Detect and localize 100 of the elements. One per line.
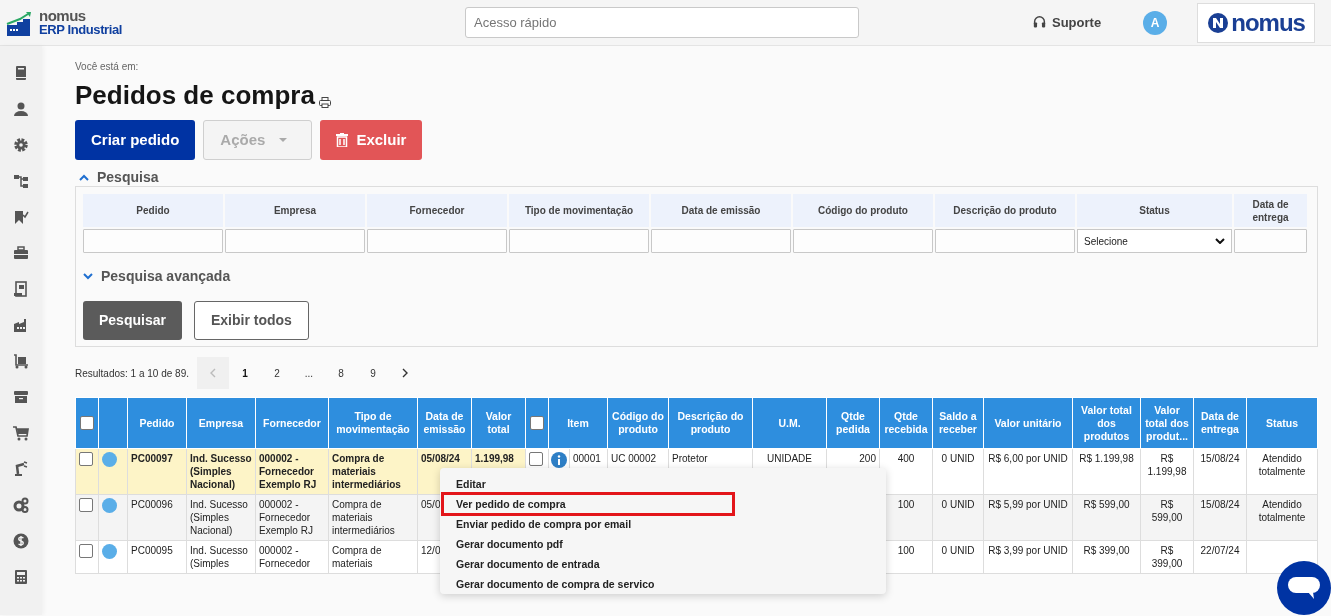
- dolly-icon[interactable]: [13, 353, 29, 369]
- advanced-search-toggle[interactable]: Pesquisa avançada: [101, 266, 231, 287]
- caret-icon[interactable]: [79, 173, 89, 181]
- user-icon[interactable]: [13, 101, 29, 117]
- checkbox[interactable]: [79, 452, 93, 467]
- page-link[interactable]: 9: [357, 357, 389, 389]
- create-order-button[interactable]: Criar pedido: [75, 120, 196, 160]
- filter-header: Empresa: [225, 194, 365, 227]
- checkbox[interactable]: [529, 452, 543, 467]
- column-header: Qtde recebida: [879, 397, 933, 449]
- logo-subtitle: ERP Industrial: [39, 22, 122, 37]
- chevron-down-icon: [1215, 238, 1225, 244]
- checkbox[interactable]: [79, 498, 93, 513]
- column-header: Data de emissão: [417, 397, 472, 449]
- table-cell: R$ 3,99 por UNID: [983, 540, 1073, 574]
- filter-field[interactable]: [935, 229, 1075, 253]
- table-cell: 000002 - Fornecedor Exemplo RJ: [255, 494, 329, 541]
- robot-arm-icon[interactable]: [13, 461, 29, 477]
- filter-field[interactable]: [509, 229, 649, 253]
- filter-field[interactable]: [1234, 229, 1307, 253]
- table-cell: Atendido totalmente: [1246, 494, 1318, 541]
- filter-field[interactable]: [651, 229, 791, 253]
- table-cell: 0 UNID: [932, 448, 984, 495]
- column-header: Descrição do produto: [668, 397, 753, 449]
- table-cell: 15/08/24: [1193, 448, 1247, 495]
- checkbox[interactable]: [530, 416, 544, 431]
- table-cell: R$ 599,00: [1072, 494, 1141, 541]
- column-header: Valor total dos produt...: [1140, 397, 1194, 449]
- filter-header: Fornecedor: [367, 194, 507, 227]
- support-link[interactable]: Suporte: [1052, 12, 1102, 33]
- column-header: Qtde pedida: [826, 397, 880, 449]
- caret-icon: [279, 138, 288, 142]
- chat-button[interactable]: [1277, 561, 1331, 615]
- filter-field[interactable]: [367, 229, 507, 253]
- search-section-toggle[interactable]: Pesquisa: [97, 166, 159, 188]
- table-cell: Ind. Sucesso (Simples Nacional): [186, 494, 256, 541]
- archive-icon[interactable]: [13, 389, 29, 405]
- table-cell: 000002 - Fornecedor: [255, 540, 329, 574]
- results-count: Resultados: 1 a 10 de 89.: [75, 366, 189, 381]
- column-header: Empresa: [186, 397, 256, 449]
- filter-header: Tipo de movimentação: [509, 194, 649, 227]
- page-link[interactable]: 2: [261, 357, 293, 389]
- breadcrumb-label: Você está em:: [75, 60, 140, 74]
- chevron-left-icon: [210, 368, 216, 378]
- logo-text: nomus: [39, 8, 87, 23]
- table-cell: 0 UNID: [932, 494, 984, 541]
- bookmark-check-icon[interactable]: [13, 209, 29, 225]
- headset-icon: [1033, 16, 1046, 29]
- table-cell: 15/08/24: [1193, 494, 1247, 541]
- table-cell: 22/07/24: [1193, 540, 1247, 574]
- table-cell: R$ 6,00 por UNID: [983, 448, 1073, 495]
- page-ellipsis: ...: [303, 366, 315, 381]
- book-icon[interactable]: [13, 65, 29, 81]
- brand-icon: [1207, 11, 1230, 34]
- show-all-button[interactable]: Exibir todos: [193, 301, 309, 340]
- document-icon[interactable]: [13, 281, 29, 297]
- table-cell: R$ 1.199,98: [1140, 448, 1194, 495]
- table-cell: R$ 1.199,98: [1072, 448, 1141, 495]
- table-cell: R$ 399,00: [1140, 540, 1194, 574]
- cart-icon[interactable]: [13, 425, 29, 441]
- table-cell: Atendido totalmente: [1246, 448, 1318, 495]
- filter-header: Status: [1077, 194, 1232, 227]
- menu-item[interactable]: Gerar documento de compra de servico: [440, 574, 886, 594]
- delete-button[interactable]: Excluir: [320, 120, 423, 160]
- column-header: Fornecedor: [255, 397, 329, 449]
- page-link[interactable]: 1: [229, 357, 261, 389]
- gears-icon[interactable]: [13, 497, 29, 513]
- column-header: Valor total dos produtos: [1072, 397, 1141, 449]
- calculator-icon[interactable]: [13, 569, 29, 585]
- info-icon[interactable]: [551, 452, 567, 468]
- filter-field[interactable]: [225, 229, 365, 253]
- table-cell: Compra de materiais intermediários: [328, 448, 418, 495]
- quick-access-field[interactable]: Acesso rápido: [465, 7, 859, 38]
- filter-field[interactable]: [83, 229, 223, 253]
- checkbox[interactable]: [79, 544, 93, 559]
- hierarchy-icon[interactable]: [13, 173, 29, 189]
- factory-icon[interactable]: [13, 317, 29, 333]
- column-header: Tipo de movimentação: [328, 397, 418, 449]
- column-header: Código do produto: [607, 397, 669, 449]
- filter-header: Código do produto: [793, 194, 933, 227]
- trash-icon: [336, 133, 349, 147]
- table-cell: PC00095: [127, 540, 187, 574]
- print-icon[interactable]: [318, 97, 331, 108]
- briefcase-icon[interactable]: [13, 245, 29, 261]
- table-cell: R$ 399,00: [1072, 540, 1141, 574]
- filter-field[interactable]: [793, 229, 933, 253]
- filter-header: Data de emissão: [651, 194, 791, 227]
- settings-icon[interactable]: [13, 137, 29, 153]
- table-cell: PC00096: [127, 494, 187, 541]
- status-select[interactable]: Selecione: [1077, 229, 1232, 253]
- dollar-icon[interactable]: [13, 533, 29, 549]
- page-link[interactable]: 8: [325, 357, 357, 389]
- search-button[interactable]: Pesquisar: [83, 301, 182, 340]
- chevron-right-icon: [402, 368, 408, 378]
- column-header: Valor total: [471, 397, 526, 449]
- table-cell: Ind. Sucesso (Simples: [186, 540, 256, 574]
- filter-header: Descrição do produto: [935, 194, 1075, 227]
- brand-logo: nomus: [1197, 2, 1316, 43]
- caret-icon[interactable]: [83, 273, 93, 280]
- checkbox[interactable]: [80, 416, 94, 431]
